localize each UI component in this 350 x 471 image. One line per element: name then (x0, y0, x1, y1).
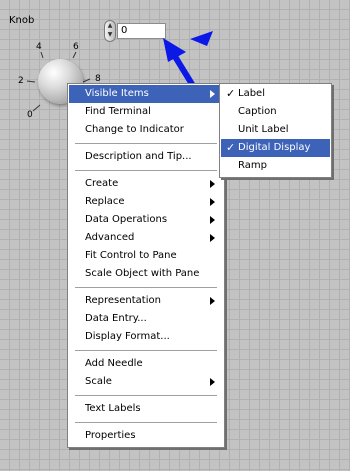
menu-item-scale[interactable]: Scale (69, 373, 223, 391)
chevron-right-icon (210, 234, 215, 242)
context-menu: Visible Items Find Terminal Change to In… (67, 83, 225, 448)
menu-item-replace[interactable]: Replace (69, 193, 223, 211)
submenu-item-unit-label[interactable]: Unit Label (221, 121, 330, 139)
menu-item-scale-object-with-pane[interactable]: Scale Object with Pane (69, 265, 223, 283)
menu-separator (75, 143, 217, 144)
menu-item-data-operations[interactable]: Data Operations (69, 211, 223, 229)
submenu-item-label[interactable]: ✓ Label (221, 85, 330, 103)
menu-item-text-labels[interactable]: Text Labels (69, 400, 223, 418)
submenu-item-digital-display[interactable]: ✓ Digital Display (221, 139, 330, 157)
menu-item-advanced[interactable]: Advanced (69, 229, 223, 247)
submenu-item-ramp[interactable]: Ramp (221, 157, 330, 175)
menu-separator (75, 170, 217, 171)
menu-item-data-entry[interactable]: Data Entry... (69, 310, 223, 328)
menu-separator (75, 287, 217, 288)
menu-separator (75, 395, 217, 396)
menu-item-create[interactable]: Create (69, 175, 223, 193)
chevron-right-icon (210, 216, 215, 224)
menu-separator (75, 350, 217, 351)
menu-item-properties[interactable]: Properties (69, 427, 223, 445)
chevron-right-icon (210, 297, 215, 305)
chevron-right-icon (210, 378, 215, 386)
chevron-right-icon (210, 180, 215, 188)
menu-item-display-format[interactable]: Display Format... (69, 328, 223, 346)
checkmark-icon: ✓ (226, 87, 236, 100)
menu-item-visible-items[interactable]: Visible Items (69, 85, 223, 103)
menu-separator (75, 422, 217, 423)
chevron-right-icon (210, 90, 215, 98)
checkmark-icon: ✓ (226, 141, 236, 154)
menu-item-representation[interactable]: Representation (69, 292, 223, 310)
visible-items-submenu: ✓ Label Caption Unit Label ✓ Digital Displ… (219, 83, 332, 178)
menu-item-description-and-tip[interactable]: Description and Tip... (69, 148, 223, 166)
menu-item-add-needle[interactable]: Add Needle (69, 355, 223, 373)
menu-item-change-to-indicator[interactable]: Change to Indicator (69, 121, 223, 139)
chevron-right-icon (210, 198, 215, 206)
blue-triangle-icon (190, 31, 213, 46)
menu-item-fit-control-to-pane[interactable]: Fit Control to Pane (69, 247, 223, 265)
submenu-item-caption[interactable]: Caption (221, 103, 330, 121)
menu-item-find-terminal[interactable]: Find Terminal (69, 103, 223, 121)
